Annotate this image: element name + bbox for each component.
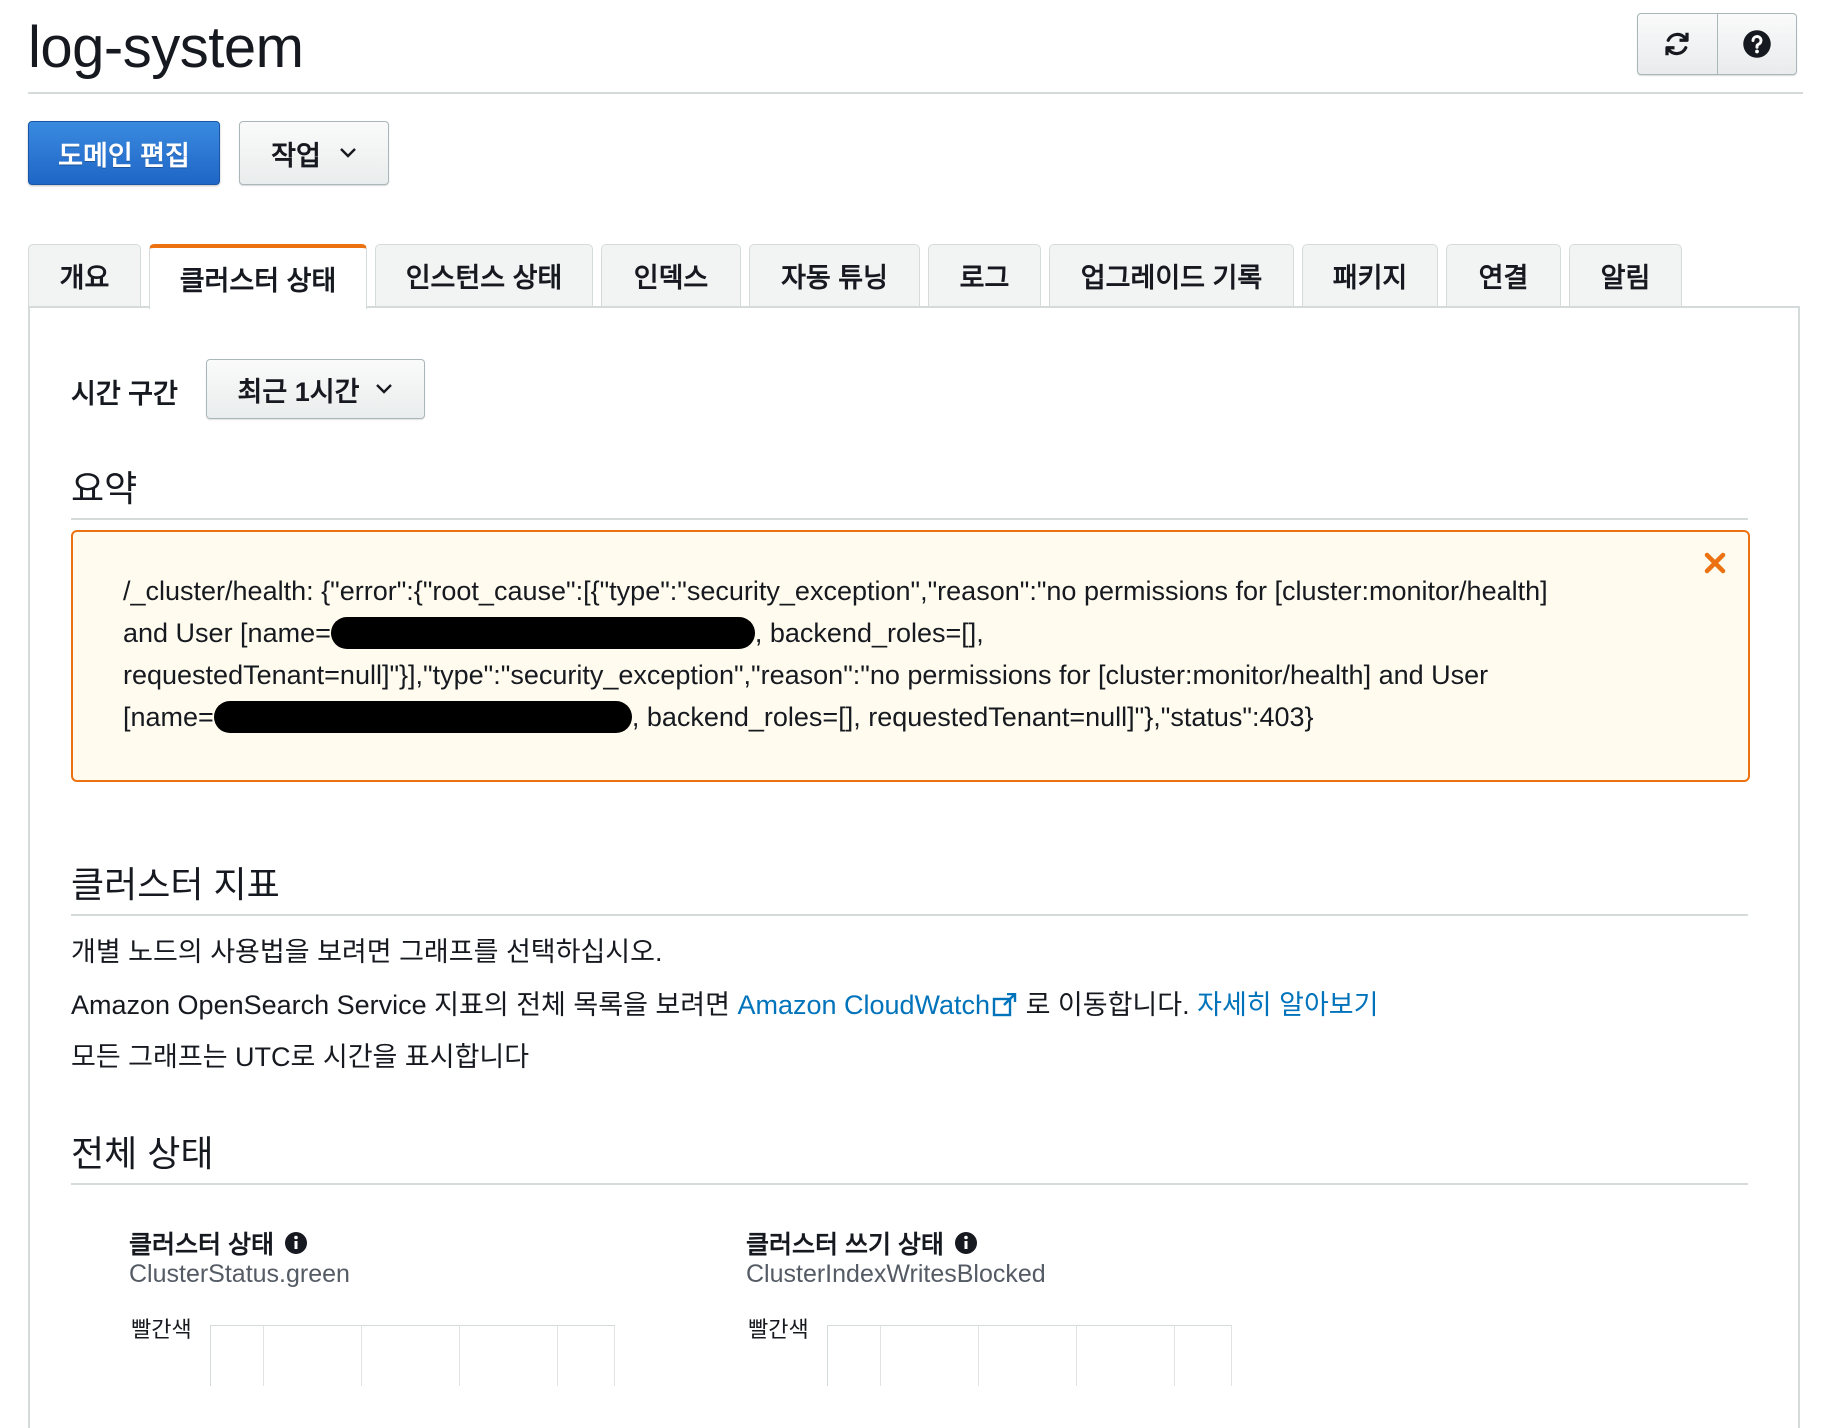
chart-gridline xyxy=(361,1326,362,1386)
tab-cluster-health[interactable]: 클러스터 상태 xyxy=(149,244,367,309)
cluster-write-status-chart[interactable] xyxy=(827,1325,1232,1386)
cluster-write-status-metric-name: ClusterIndexWritesBlocked xyxy=(746,1260,1046,1288)
chevron-down-icon xyxy=(376,384,393,394)
chart-gridline xyxy=(880,1326,881,1386)
edit-domain-button[interactable]: 도메인 편집 xyxy=(28,121,220,185)
redacted-block xyxy=(213,701,632,733)
summary-heading: 요약 xyxy=(71,468,138,509)
alert-text-segment: , backend_roles=[], xyxy=(754,618,984,648)
cloudwatch-link-label: Amazon CloudWatch xyxy=(737,990,991,1020)
cluster-metrics-heading: 클러스터 지표 xyxy=(71,864,280,905)
overall-status-divider xyxy=(71,1183,1748,1185)
chart-y-label: 빨간색 xyxy=(131,1317,192,1342)
error-alert: /_cluster/health: {"error":{"root_cause"… xyxy=(71,530,1750,782)
redacted-block xyxy=(330,617,755,649)
chevron-down-icon xyxy=(339,148,356,158)
chart-gridline xyxy=(557,1326,558,1386)
tab-connections[interactable]: 연결 xyxy=(1446,244,1561,306)
chart-gridline xyxy=(459,1326,460,1386)
error-alert-message: /_cluster/health: {"error":{"root_cause"… xyxy=(123,570,1673,738)
alert-line: and User [name= , backend_roles=[], xyxy=(123,612,1673,654)
tab-indices[interactable]: 인덱스 xyxy=(601,244,741,306)
cluster-write-status-metric-title: 클러스터 쓰기 상태 xyxy=(746,1225,978,1261)
alert-close-button[interactable] xyxy=(1700,548,1730,578)
cluster-status-chart[interactable] xyxy=(210,1325,615,1386)
close-icon xyxy=(1704,552,1726,574)
metrics-description: 개별 노드의 사용법을 보려면 그래프를 선택하십시오. xyxy=(71,937,663,967)
alert-text-segment: [name= xyxy=(123,702,214,732)
time-range-value: 최근 1시간 xyxy=(237,376,360,407)
tab-auto-tune[interactable]: 자동 튜닝 xyxy=(749,244,920,306)
learn-more-link[interactable]: 자세히 알아보기 xyxy=(1197,990,1378,1020)
chart-gridline xyxy=(263,1326,264,1386)
refresh-button[interactable] xyxy=(1638,14,1717,74)
cloudwatch-link[interactable]: Amazon CloudWatch xyxy=(737,990,1018,1020)
header-icon-buttons xyxy=(1637,13,1797,75)
alert-text-segment: , backend_roles=[], requestedTenant=null… xyxy=(631,702,1314,732)
tab-instance-health[interactable]: 인스턴스 상태 xyxy=(375,244,593,306)
page-title: log-system xyxy=(28,15,304,80)
refresh-icon xyxy=(1665,32,1689,56)
chart-gridline xyxy=(614,1326,615,1386)
alert-line: [name= , backend_roles=[], requestedTenan… xyxy=(123,696,1673,738)
chart-gridline xyxy=(1174,1326,1175,1386)
title-divider xyxy=(28,92,1803,94)
alert-text-segment: and User [name= xyxy=(123,618,331,648)
alert-line: requestedTenant=null]"}],"type":"securit… xyxy=(123,660,1489,690)
metric-title-label: 클러스터 상태 xyxy=(129,1231,274,1259)
time-range-select[interactable]: 최근 1시간 xyxy=(206,359,425,419)
metrics-cloudwatch-mid: 로 이동합니다. xyxy=(1018,990,1198,1020)
overall-status-heading: 전체 상태 xyxy=(71,1133,214,1174)
info-icon[interactable] xyxy=(284,1231,308,1255)
time-range-label: 시간 구간 xyxy=(71,379,178,409)
cluster-metrics-divider xyxy=(71,914,1748,916)
utc-note: 모든 그래프는 UTC로 시간을 표시합니다 xyxy=(71,1042,530,1072)
chart-gridline xyxy=(978,1326,979,1386)
help-icon xyxy=(1743,30,1771,58)
info-icon[interactable] xyxy=(954,1231,978,1255)
alert-line: /_cluster/health: {"error":{"root_cause"… xyxy=(123,576,1548,606)
metrics-cloudwatch-text: Amazon OpenSearch Service 지표의 전체 목록을 보려면… xyxy=(71,983,1379,1022)
chart-gridline xyxy=(1231,1326,1232,1386)
cluster-status-metric-title: 클러스터 상태 xyxy=(129,1225,308,1261)
actions-dropdown[interactable]: 작업 xyxy=(239,121,389,185)
chart-y-label: 빨간색 xyxy=(748,1317,809,1342)
chart-gridline xyxy=(1076,1326,1077,1386)
summary-divider xyxy=(71,518,1748,520)
metrics-cloudwatch-prefix: Amazon OpenSearch Service 지표의 전체 목록을 보려면 xyxy=(71,990,738,1020)
cluster-status-metric-name: ClusterStatus.green xyxy=(129,1260,350,1288)
metric-title-label: 클러스터 쓰기 상태 xyxy=(746,1231,944,1259)
tab-packages[interactable]: 패키지 xyxy=(1302,244,1438,306)
tab-logs[interactable]: 로그 xyxy=(928,244,1041,306)
tab-notifications[interactable]: 알림 xyxy=(1569,244,1682,306)
external-link-icon xyxy=(992,992,1017,1017)
actions-dropdown-label: 작업 xyxy=(271,140,321,171)
tab-upgrade-history[interactable]: 업그레이드 기록 xyxy=(1049,244,1294,306)
help-button[interactable] xyxy=(1716,14,1797,74)
tab-overview[interactable]: 개요 xyxy=(28,244,141,306)
